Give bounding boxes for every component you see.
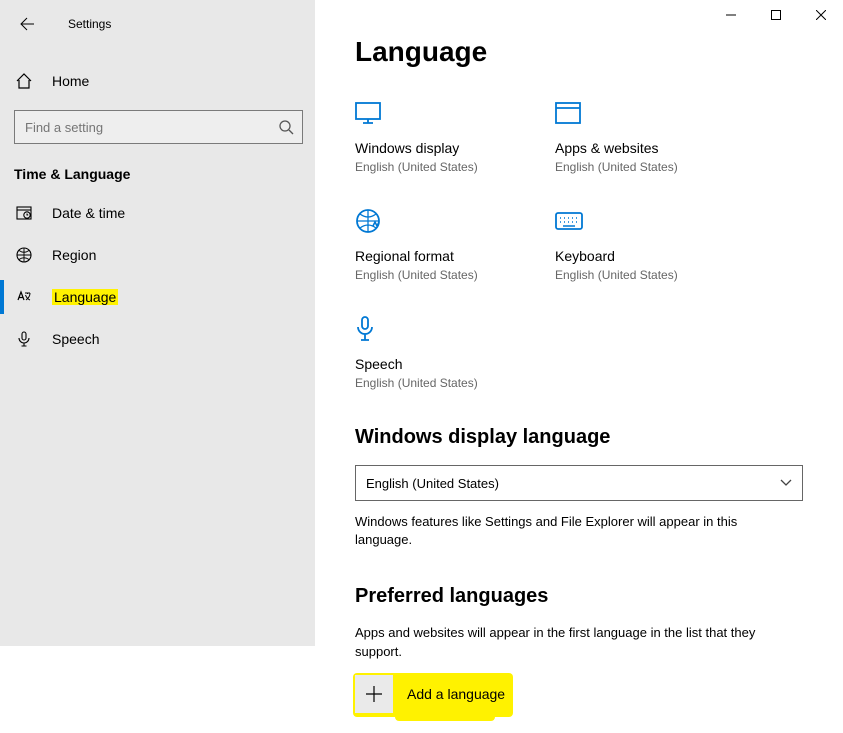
tile-desc: English (United States) [555,160,685,174]
sidebar-item-label: Language [52,289,118,305]
maximize-icon [771,10,781,20]
content: Language Windows display English (United… [315,0,843,733]
tile-speech[interactable]: Speech English (United States) [355,314,485,390]
tile-label: Keyboard [555,248,685,264]
add-language-button[interactable]: Add a language [355,675,803,713]
home-label: Home [52,73,89,89]
select-value: English (United States) [366,476,499,491]
sidebar-item-date-time[interactable]: Date & time [0,192,315,234]
microphone-icon [355,314,485,344]
tile-keyboard[interactable]: Keyboard English (United States) [555,206,685,282]
highlight-annotation [395,705,495,721]
sidebar-item-language[interactable]: Language [0,276,315,318]
arrow-left-icon [19,16,35,32]
globe-icon [14,246,34,264]
tile-label: Regional format [355,248,485,264]
app-title: Settings [68,17,111,31]
tile-apps-websites[interactable]: Apps & websites English (United States) [555,98,685,174]
sidebar-item-label: Date & time [52,205,125,221]
globe-region-icon [355,206,485,236]
home-nav[interactable]: Home [0,62,315,100]
preferred-heading: Preferred languages [355,585,803,608]
window-controls [708,0,843,30]
tile-desc: English (United States) [355,376,485,390]
tile-label: Windows display [355,140,485,156]
tile-label: Speech [355,356,485,372]
tile-desc: English (United States) [355,268,485,282]
page-title: Language [355,36,803,68]
keyboard-icon [555,206,685,236]
sidebar-item-speech[interactable]: Speech [0,318,315,360]
back-button[interactable] [16,13,38,35]
minimize-button[interactable] [708,0,753,30]
microphone-icon [14,330,34,348]
sidebar-item-region[interactable]: Region [0,234,315,276]
display-language-select[interactable]: English (United States) [355,465,803,501]
display-language-desc: Windows features like Settings and File … [355,513,795,549]
tile-windows-display[interactable]: Windows display English (United States) [355,98,485,174]
display-language-heading: Windows display language [355,426,803,449]
language-tiles: Windows display English (United States) … [355,98,803,390]
tile-desc: English (United States) [355,160,485,174]
search-box[interactable] [14,110,303,144]
section-title: Time & Language [0,154,315,192]
language-icon [14,288,34,306]
main-content: Language Windows display English (United… [315,0,843,646]
preferred-languages-section: Preferred languages Apps and websites wi… [355,585,803,712]
maximize-button[interactable] [753,0,798,30]
add-language-label: Add a language [407,686,505,702]
sidebar: Settings Home Time & Language Date & tim… [0,0,315,646]
home-icon [14,72,34,90]
search-icon [278,119,294,135]
search-container [0,100,315,154]
calendar-clock-icon [14,204,34,222]
titlebar: Settings [0,8,315,40]
sidebar-item-label: Speech [52,331,99,347]
close-button[interactable] [798,0,843,30]
sidebar-item-label: Region [52,247,96,263]
minimize-icon [726,10,736,20]
apps-icon [555,98,685,128]
close-icon [816,10,826,20]
chevron-down-icon [780,479,792,487]
tile-desc: English (United States) [555,268,685,282]
tile-label: Apps & websites [555,140,685,156]
plus-icon [355,675,393,713]
display-icon [355,98,485,128]
search-input[interactable] [25,120,278,135]
tile-regional-format[interactable]: Regional format English (United States) [355,206,485,282]
preferred-desc: Apps and websites will appear in the fir… [355,624,795,660]
